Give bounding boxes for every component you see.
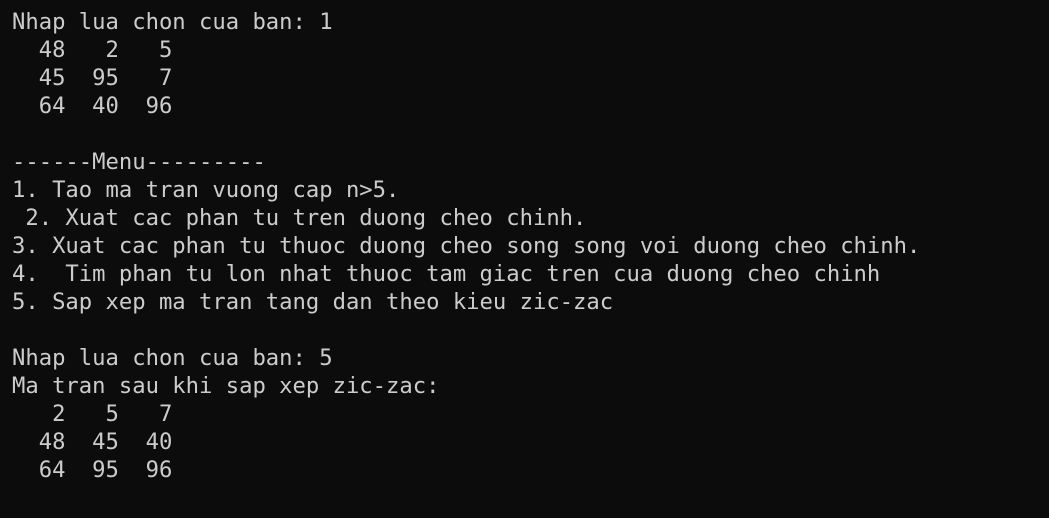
menu-header: ------Menu--------- <box>12 149 266 175</box>
menu-item-1: 1. Tao ma tran vuong cap n>5. <box>12 177 400 203</box>
sorted-matrix-row-1: 2 5 7 <box>12 401 173 427</box>
menu-item-4: 4. Tim phan tu lon nhat thuoc tam giac t… <box>12 261 881 287</box>
console-output[interactable]: Nhap lua chon cua ban: 1 48 2 5 45 95 7 … <box>0 0 1049 518</box>
menu-item-3: 3. Xuat cac phan tu thuoc duong cheo son… <box>12 233 921 259</box>
result-heading: Ma tran sau khi sap xep zic-zac: <box>12 373 440 399</box>
prompt-line-2: Nhap lua chon cua ban: 5 <box>12 345 333 371</box>
prompt-line-1: Nhap lua chon cua ban: 1 <box>12 9 333 35</box>
menu-item-5: 5. Sap xep ma tran tang dan theo kieu zi… <box>12 289 614 315</box>
sorted-matrix-row-2: 48 45 40 <box>12 429 173 455</box>
matrix-row-2: 45 95 7 <box>12 65 173 91</box>
sorted-matrix-row-3: 64 95 96 <box>12 457 173 483</box>
menu-item-2: 2. Xuat cac phan tu tren duong cheo chin… <box>12 205 587 231</box>
matrix-row-1: 48 2 5 <box>12 37 173 63</box>
matrix-row-3: 64 40 96 <box>12 93 173 119</box>
